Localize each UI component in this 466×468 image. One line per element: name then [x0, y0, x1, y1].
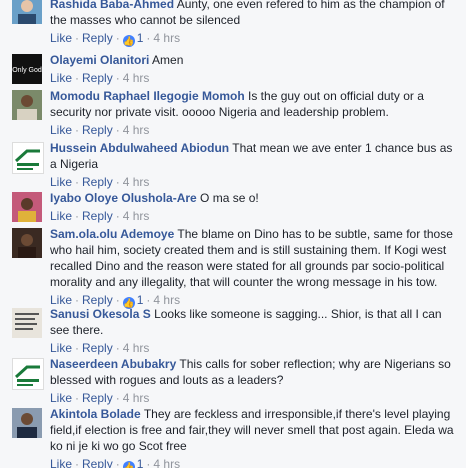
reply-button[interactable]: Reply — [82, 123, 113, 137]
comment-item: Naseerdeen Abubakry This calls for sober… — [0, 356, 466, 406]
comment-time[interactable]: 4 hrs — [123, 71, 150, 85]
avatar[interactable] — [12, 142, 44, 174]
reply-button[interactable]: Reply — [82, 391, 113, 405]
avatar[interactable] — [12, 90, 42, 120]
reply-button[interactable]: Reply — [82, 293, 113, 307]
comments-list: Rashida Baba-Ahmed Aunty, one even refer… — [0, 0, 466, 468]
like-button[interactable]: Like — [50, 341, 72, 355]
like-button[interactable]: Like — [50, 123, 72, 137]
comment-item: Sanusi Okesola S Looks like someone is s… — [0, 306, 466, 356]
avatar-logo-text: Only God — [12, 67, 42, 74]
comment-author[interactable]: Hussein Abdulwaheed Abiodun — [50, 141, 229, 155]
avatar[interactable]: Only God — [12, 54, 42, 84]
like-button[interactable]: Like — [50, 457, 72, 468]
reply-button[interactable]: Reply — [82, 341, 113, 355]
thumbs-up-icon: 👍 — [122, 461, 135, 468]
reply-button[interactable]: Reply — [82, 209, 113, 223]
comment-item: Rashida Baba-Ahmed Aunty, one even refer… — [0, 0, 466, 47]
like-button[interactable]: Like — [50, 209, 72, 223]
comment-time[interactable]: 4 hrs — [153, 31, 180, 45]
comment-item: Hussein Abdulwaheed Abiodun That mean we… — [0, 140, 466, 190]
reply-button[interactable]: Reply — [82, 31, 113, 45]
avatar[interactable] — [12, 308, 42, 338]
comment-time[interactable]: 4 hrs — [153, 293, 180, 307]
comment-item: Sam.ola.olu Ademoye The blame on Dino ha… — [0, 226, 466, 309]
comment-item: Iyabo Oloye Olushola-Are O ma se o! Like… — [0, 190, 466, 226]
comment-author[interactable]: Sanusi Okesola S — [50, 307, 151, 321]
reply-button[interactable]: Reply — [82, 457, 113, 468]
comment-time[interactable]: 4 hrs — [123, 209, 150, 223]
avatar[interactable] — [12, 358, 44, 390]
comment-text: Amen — [152, 53, 184, 67]
comment-author[interactable]: Rashida Baba-Ahmed — [50, 0, 174, 11]
comment-item: Akintola Bolade They are feckless and ir… — [0, 406, 466, 468]
comment-author[interactable]: Olayemi Olanitori — [50, 53, 149, 67]
like-button[interactable]: Like — [50, 175, 72, 189]
comment-time[interactable]: 4 hrs — [153, 457, 180, 468]
comment-item: Only God Olayemi Olanitori Amen Like · Rep… — [12, 53, 184, 85]
comment-author[interactable]: Naseerdeen Abubakry — [50, 357, 176, 371]
comment-text: O ma se o! — [200, 191, 259, 205]
thumbs-up-icon: 👍 — [122, 35, 135, 47]
comment-time[interactable]: 4 hrs — [123, 175, 150, 189]
comment-item: Momodu Raphael Ilegogie Momoh Is the guy… — [0, 88, 466, 138]
comment-author[interactable]: Akintola Bolade — [50, 407, 141, 421]
reply-button[interactable]: Reply — [82, 175, 113, 189]
comment-time[interactable]: 4 hrs — [123, 341, 150, 355]
avatar[interactable] — [12, 228, 42, 258]
avatar[interactable] — [12, 408, 42, 438]
like-button[interactable]: Like — [50, 31, 72, 45]
like-button[interactable]: Like — [50, 293, 72, 307]
comment-author[interactable]: Iyabo Oloye Olushola-Are — [50, 191, 197, 205]
avatar[interactable] — [12, 192, 42, 222]
reply-button[interactable]: Reply — [82, 71, 113, 85]
like-button[interactable]: Like — [50, 391, 72, 405]
comment-author[interactable]: Sam.ola.olu Ademoye — [50, 227, 174, 241]
comment-time[interactable]: 4 hrs — [123, 123, 150, 137]
comment-time[interactable]: 4 hrs — [123, 391, 150, 405]
like-button[interactable]: Like — [50, 71, 72, 85]
comment-author[interactable]: Momodu Raphael Ilegogie Momoh — [50, 89, 245, 103]
avatar[interactable] — [12, 0, 42, 24]
